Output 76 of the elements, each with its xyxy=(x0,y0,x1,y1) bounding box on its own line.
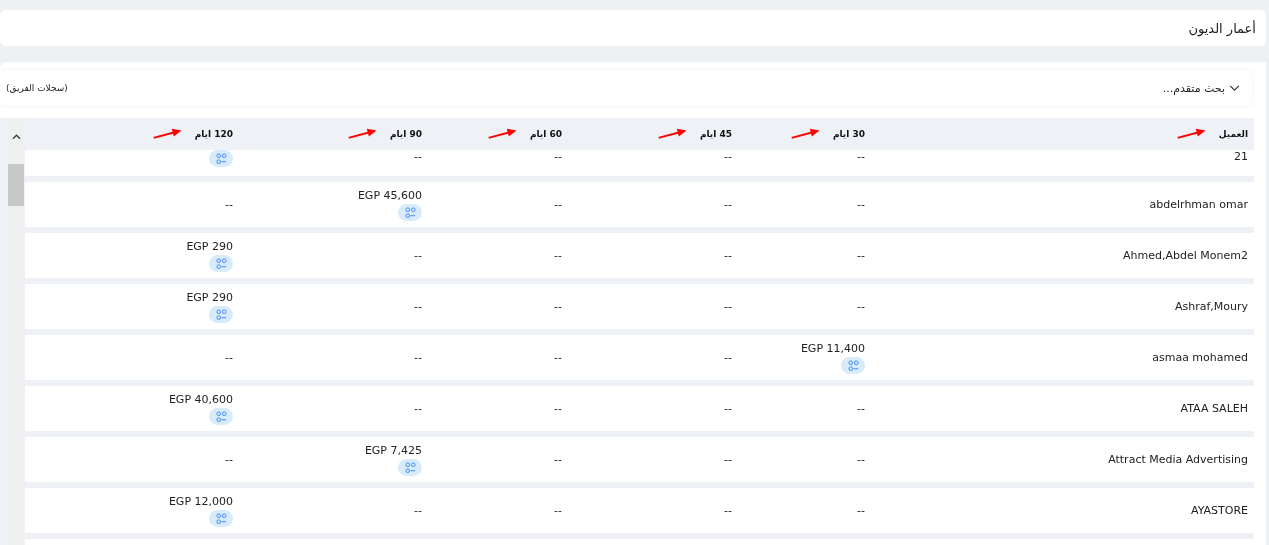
advanced-search-toggle[interactable]: بحث متقدم... xyxy=(1162,81,1240,95)
customer-name: 21 xyxy=(1234,150,1248,163)
chevron-down-icon xyxy=(1229,84,1240,92)
amount-text: EGP 7,425 xyxy=(364,443,422,457)
customer-name: asmaa mohamed xyxy=(1152,351,1248,364)
flow-icon xyxy=(404,206,416,218)
amount-text: -- xyxy=(857,453,865,466)
amount-text: -- xyxy=(724,453,732,466)
amount-text: EGP 290 xyxy=(186,239,233,253)
amount-text: -- xyxy=(414,249,422,262)
amount-text: -- xyxy=(554,453,562,466)
amount-text: -- xyxy=(724,402,732,415)
amount-text: -- xyxy=(724,198,732,211)
scrollbar-thumb[interactable] xyxy=(8,164,24,206)
amount-text: -- xyxy=(724,150,732,163)
amount-text: EGP 40,600 xyxy=(168,392,233,406)
amount-text: -- xyxy=(554,504,562,517)
details-chip[interactable] xyxy=(209,509,233,527)
amount-text: -- xyxy=(724,504,732,517)
column-header[interactable]: 120 ايام xyxy=(194,129,233,139)
amount-text: -- xyxy=(554,249,562,262)
amount-text: EGP 45,600 xyxy=(357,188,422,202)
amount-text: -- xyxy=(225,351,233,364)
amount-text: -- xyxy=(857,150,865,163)
details-chip[interactable] xyxy=(209,407,233,425)
flow-icon xyxy=(215,257,227,269)
amount-text: -- xyxy=(225,453,233,466)
column-header[interactable]: 90 ايام xyxy=(389,129,422,139)
amount-text: -- xyxy=(554,351,562,364)
amount-text: -- xyxy=(414,402,422,415)
flow-icon xyxy=(215,512,227,524)
flow-icon xyxy=(215,308,227,320)
page-title: أعمار الديون xyxy=(1188,20,1256,36)
flow-icon xyxy=(215,153,227,164)
customer-name: Attract Media Advertising xyxy=(1108,453,1248,466)
details-chip[interactable] xyxy=(841,356,865,374)
amount-text: -- xyxy=(857,504,865,517)
scope-label: (سجلات الفريق) xyxy=(6,83,68,93)
amount-text: -- xyxy=(857,198,865,211)
customer-name: AYASTORE xyxy=(1191,504,1248,517)
details-chip[interactable] xyxy=(398,203,422,221)
customer-name: Ahmed,Abdel Monem2 xyxy=(1123,249,1248,262)
amount-text: -- xyxy=(554,300,562,313)
amount-text: EGP 12,000 xyxy=(168,494,233,508)
flow-icon xyxy=(847,359,859,371)
flow-icon xyxy=(215,410,227,422)
amount-text: EGP 11,400 xyxy=(800,341,865,355)
amount-text: -- xyxy=(857,300,865,313)
amount-text: -- xyxy=(554,198,562,211)
amount-text: -- xyxy=(857,402,865,415)
scroll-up-icon[interactable] xyxy=(11,134,21,140)
amount-text: -- xyxy=(724,249,732,262)
customer-name: Ashraf,Moury xyxy=(1174,300,1248,313)
amount-text: -- xyxy=(414,504,422,517)
customer-name: ATAA SALEH xyxy=(1180,402,1248,415)
details-chip[interactable] xyxy=(209,305,233,323)
column-header[interactable]: 30 ايام xyxy=(832,129,865,139)
amount-text: -- xyxy=(414,351,422,364)
scrollbar[interactable] xyxy=(8,118,24,545)
amount-text: -- xyxy=(414,150,422,163)
column-header[interactable]: 45 ايام xyxy=(699,129,732,139)
amount-text: -- xyxy=(857,249,865,262)
amount-text: -- xyxy=(724,351,732,364)
amount-text: -- xyxy=(414,300,422,313)
details-chip[interactable] xyxy=(209,254,233,272)
column-header[interactable]: العميل xyxy=(1218,129,1248,139)
details-chip[interactable] xyxy=(209,150,233,167)
amount-text: -- xyxy=(554,150,562,163)
customer-name: abdelrhman omar xyxy=(1149,198,1248,211)
flow-icon xyxy=(404,461,416,473)
amount-text: EGP 290 xyxy=(186,290,233,304)
amount-text: -- xyxy=(554,402,562,415)
column-header[interactable]: 60 ايام xyxy=(529,129,562,139)
amount-text: -- xyxy=(724,300,732,313)
amount-text: -- xyxy=(225,198,233,211)
details-chip[interactable] xyxy=(398,458,422,476)
